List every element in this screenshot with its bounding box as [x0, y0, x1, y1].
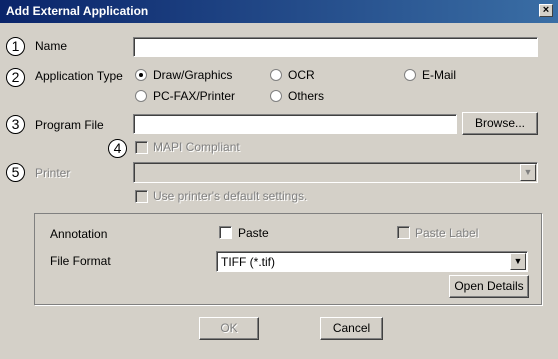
- paste-checkbox[interactable]: [219, 226, 232, 239]
- printer-dropdown-icon[interactable]: ▼: [520, 164, 536, 181]
- cancel-button[interactable]: Cancel: [320, 317, 383, 340]
- printer-select[interactable]: ▼: [133, 162, 538, 183]
- radio-pc-fax-printer[interactable]: [135, 90, 147, 102]
- file-format-label: File Format: [50, 254, 111, 268]
- use-default-settings-label: Use printer's default settings.: [153, 189, 308, 203]
- radio-draw-graphics[interactable]: [135, 69, 147, 81]
- ok-button[interactable]: OK: [199, 317, 259, 340]
- radio-others[interactable]: [270, 90, 282, 102]
- file-format-dropdown-icon[interactable]: ▼: [510, 253, 526, 270]
- file-format-value: TIFF (*.tif): [221, 255, 275, 269]
- file-format-select[interactable]: TIFF (*.tif) ▼: [216, 251, 528, 272]
- radio-ocr-label: OCR: [288, 68, 315, 82]
- radio-others-label: Others: [288, 89, 325, 103]
- marker-2: 2: [6, 68, 25, 87]
- window-title: Add External Application: [6, 4, 149, 18]
- radio-ocr[interactable]: [270, 69, 282, 81]
- annotation-label: Annotation: [50, 227, 108, 241]
- mapi-compliant-checkbox[interactable]: [135, 141, 148, 154]
- marker-3: 3: [6, 115, 25, 134]
- marker-5: 5: [6, 163, 25, 182]
- printer-label: Printer: [35, 166, 71, 180]
- program-file-input[interactable]: [133, 114, 457, 134]
- mapi-compliant-label: MAPI Compliant: [153, 140, 240, 154]
- program-file-label: Program File: [35, 118, 104, 132]
- radio-email[interactable]: [404, 69, 416, 81]
- name-label: Name: [35, 39, 68, 53]
- use-default-settings-checkbox[interactable]: [135, 190, 148, 203]
- radio-pc-fax-printer-label: PC-FAX/Printer: [153, 89, 236, 103]
- paste-label-label: Paste Label: [415, 226, 479, 240]
- marker-4: 4: [108, 139, 127, 158]
- open-details-button[interactable]: Open Details: [449, 275, 529, 298]
- radio-draw-graphics-label: Draw/Graphics: [153, 68, 233, 82]
- application-type-label: Application Type: [35, 69, 123, 83]
- close-button[interactable]: ×: [539, 4, 553, 17]
- title-bar: Add External Application ×: [0, 0, 558, 23]
- radio-email-label: E-Mail: [422, 68, 457, 82]
- paste-label: Paste: [238, 226, 269, 240]
- name-input[interactable]: [133, 37, 538, 57]
- paste-label-checkbox[interactable]: [397, 226, 410, 239]
- browse-button[interactable]: Browse...: [462, 112, 538, 135]
- marker-1: 1: [6, 37, 25, 56]
